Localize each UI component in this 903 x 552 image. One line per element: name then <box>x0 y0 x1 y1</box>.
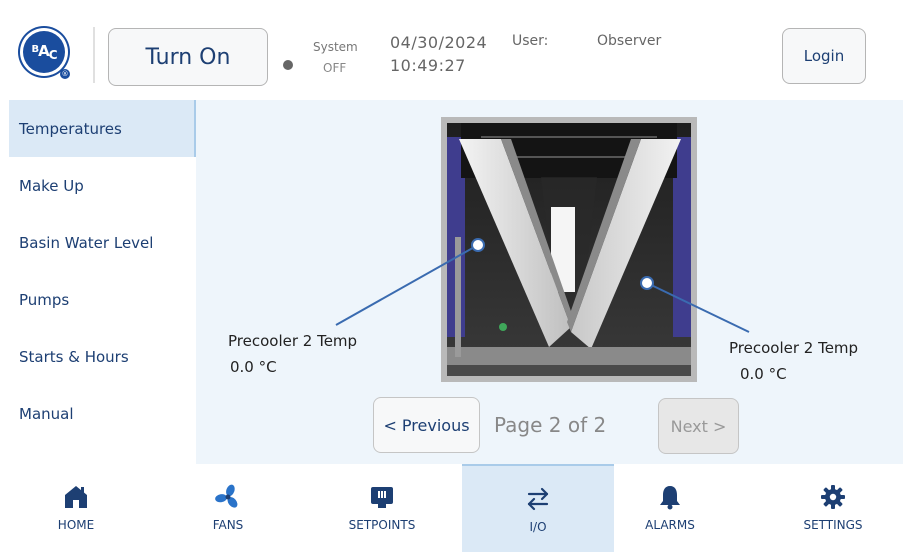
precooler-right-label: Precooler 2 Temp <box>729 339 859 357</box>
sidebar-item-basin-water-level[interactable]: Basin Water Level <box>9 214 196 271</box>
tab-fans-label: FANS <box>212 518 244 532</box>
previous-page-button[interactable]: < Previous <box>373 397 480 453</box>
user-label: User: <box>512 33 549 49</box>
tab-home[interactable]: HOME <box>0 464 152 552</box>
sidebar-item-pumps[interactable]: Pumps <box>9 271 196 328</box>
bottom-nav: HOME FANS SETPOINTS I/O ALARMS SETTINGS <box>0 464 903 552</box>
system-status-indicator <box>283 60 293 70</box>
tab-alarms-label: ALARMS <box>645 518 695 532</box>
user-value: Observer <box>597 33 662 49</box>
login-button[interactable]: Login <box>782 28 866 84</box>
header-divider <box>93 27 95 83</box>
sidebar: Temperatures Make Up Basin Water Level P… <box>9 100 196 464</box>
system-state: OFF <box>323 61 347 75</box>
tab-settings-label: SETTINGS <box>803 518 863 532</box>
turn-on-button[interactable]: Turn On <box>108 28 268 86</box>
tab-alarms[interactable]: ALARMS <box>594 464 746 552</box>
time-display: 10:49:27 <box>390 56 466 75</box>
tab-io[interactable]: I/O <box>462 464 614 552</box>
io-arrows-icon <box>527 487 549 511</box>
gear-icon <box>821 485 845 509</box>
precooler-left-label: Precooler 2 Temp <box>228 332 358 350</box>
main-panel: Precooler 2 Temp 0.0 °C Precooler 2 Temp… <box>196 100 903 464</box>
sidebar-item-temperatures[interactable]: Temperatures <box>9 100 196 157</box>
date-display: 04/30/2024 <box>390 33 488 52</box>
tab-setpoints-label: SETPOINTS <box>348 518 416 532</box>
sidebar-item-starts-hours[interactable]: Starts & Hours <box>9 328 196 385</box>
tab-settings[interactable]: SETTINGS <box>757 464 903 552</box>
fan-icon <box>215 484 238 508</box>
callout-lines <box>335 238 750 333</box>
sidebar-item-manual[interactable]: Manual <box>9 385 196 442</box>
bell-icon <box>660 486 680 510</box>
tab-io-label: I/O <box>529 520 547 534</box>
tab-setpoints[interactable]: SETPOINTS <box>306 464 458 552</box>
sidebar-item-make-up[interactable]: Make Up <box>9 157 196 214</box>
precooler-left-value: 0.0 °C <box>230 358 277 376</box>
system-label: System <box>313 40 358 54</box>
precooler-right-value: 0.0 °C <box>740 365 787 383</box>
tab-fans[interactable]: FANS <box>152 464 304 552</box>
next-page-button[interactable]: Next > <box>658 398 739 454</box>
header: BAC ® Turn On System OFF 04/30/2024 10:4… <box>0 0 903 100</box>
tab-home-label: HOME <box>57 518 95 532</box>
bac-logo: BAC ® <box>20 28 70 79</box>
page-indicator: Page 2 of 2 <box>494 413 607 437</box>
setpoints-icon <box>371 487 393 508</box>
home-icon <box>65 486 87 508</box>
